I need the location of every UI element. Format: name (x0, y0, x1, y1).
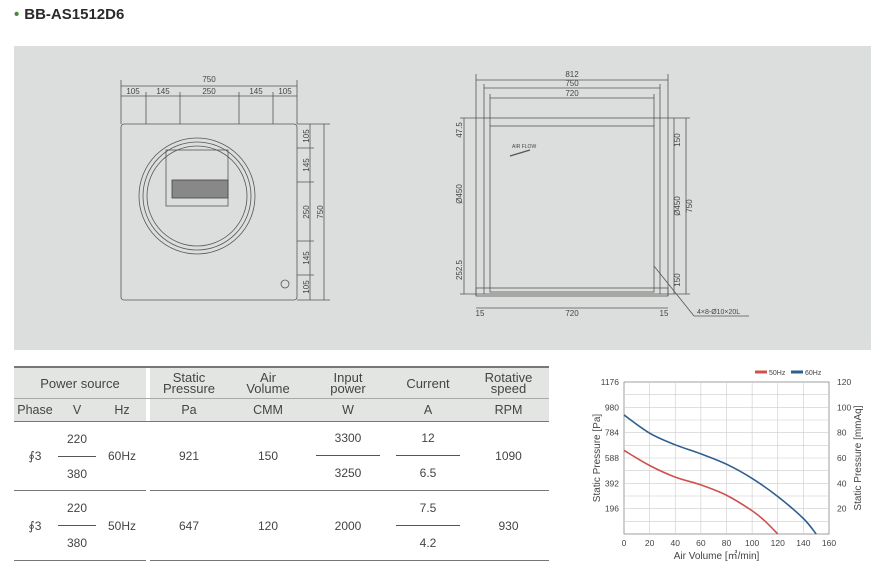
row2-hz: 50Hz (98, 490, 146, 561)
side-right-dim-4: 150 (673, 273, 682, 287)
header-power-source: Power source (14, 366, 146, 399)
row1-voltage: 220 380 (58, 432, 96, 481)
row2-cmm: 120 (228, 490, 308, 561)
front-view (120, 80, 330, 301)
x-tick-label: 0 (622, 538, 627, 548)
x-tick-label: 20 (645, 538, 655, 548)
unit-w: W (308, 398, 388, 422)
row2-voltage: 220 380 (58, 501, 96, 550)
y-tick-label: 392 (605, 478, 619, 488)
unit-pa: Pa (150, 398, 228, 422)
row2-a-top: 7.5 (396, 491, 460, 526)
y2-axis-label: Static Pressure [mmAq] (853, 405, 864, 510)
x-tick-label: 160 (822, 538, 836, 548)
hole-callout: 4×8-Ø10×20L (697, 309, 740, 316)
side-dim-overall: 812 (565, 70, 579, 79)
y-tick-label: 980 (605, 402, 619, 412)
side-view (460, 74, 749, 317)
x-tick-label: 80 (722, 538, 732, 548)
unit-v: V (56, 398, 98, 422)
front-dim-4: 145 (249, 87, 263, 96)
performance-chart-svg: 0 20 40 60 80 100 120 140 160 196 392 588 784 980 1176… (592, 370, 864, 562)
y2-tick-label: 40 (837, 478, 847, 488)
row1-rpm: 1090 (468, 421, 549, 491)
bullet-icon: • (14, 6, 20, 23)
front-side-dim-2: 145 (302, 158, 311, 172)
header-rotative-speed: Rotative speed (468, 366, 549, 399)
row1-a-top: 12 (396, 422, 460, 456)
header-static-pressure: Static Pressure (150, 366, 228, 399)
performance-chart: 0 20 40 60 80 100 120 140 160 196 392 588 784 980 1176… (580, 364, 880, 574)
row1-pa: 921 (150, 421, 228, 491)
front-side-dim-1: 105 (302, 129, 311, 143)
spec-table: Power source Static Pressure Air Volume … (14, 366, 549, 561)
x-tick-label: 40 (671, 538, 681, 548)
unit-a: A (388, 398, 468, 422)
table-row: ∮3 220 380 50Hz 647 120 2000 7.5 4.2 930 (14, 490, 549, 561)
y-tick-label: 588 (605, 453, 619, 463)
x-tick-label: 120 (771, 538, 785, 548)
front-dim-1: 105 (126, 87, 140, 96)
x-tick-label: 140 (796, 538, 810, 548)
header-input-power: Input power (308, 366, 388, 399)
y-tick-label: 1176 (601, 377, 620, 387)
unit-hz: Hz (98, 398, 146, 422)
side-right-dim-2: Ø450 (673, 196, 682, 216)
side-right-dim-1: 150 (673, 133, 682, 147)
page-title: • BB-AS1512D6 (14, 6, 125, 23)
x-tick-label: 100 (745, 538, 759, 548)
row1-a-bottom: 6.5 (419, 466, 437, 480)
side-left-dim-2: Ø450 (455, 184, 464, 204)
front-overall-height: 750 (316, 205, 325, 219)
front-overall-width: 750 (202, 75, 216, 84)
side-bottom-dim-1: 15 (476, 309, 485, 318)
legend-label-50hz: 50Hz (769, 370, 786, 377)
row1-phase: ∮3 (14, 421, 56, 491)
legend-label-60hz: 60Hz (805, 370, 822, 377)
y-axis-label: Static Pressure [Pa] (592, 414, 603, 503)
y2-tick-label: 60 (837, 453, 847, 463)
row2-a-bottom: 4.2 (419, 536, 437, 550)
row1-w-top: 3300 (316, 422, 380, 456)
y-tick-label: 196 (605, 504, 619, 514)
table-row: ∮3 220 380 60Hz 921 150 3300 3250 12 6.5 … (14, 421, 549, 491)
row2-w: 2000 (308, 490, 388, 561)
dimension-drawing: 750 105 145 250 145 105 105 145 250 145 … (120, 70, 749, 318)
side-dim-720: 720 (565, 89, 579, 98)
row2-phase: ∮3 (14, 490, 56, 561)
dimension-drawing-panel: 750 105 145 250 145 105 105 145 250 145 … (14, 46, 871, 350)
side-bottom-dim-2: 720 (565, 309, 579, 318)
y2-tick-label: 80 (837, 428, 847, 438)
header-air-volume: Air Volume (228, 366, 308, 399)
unit-cmm: CMM (228, 398, 308, 422)
front-side-dim-4: 145 (302, 251, 311, 265)
y2-tick-label: 100 (837, 402, 851, 412)
header-current: Current (388, 366, 468, 399)
unit-phase: Phase (14, 398, 56, 422)
x-axis-label: Air Volume [㎥/min] (674, 549, 760, 562)
y2-tick-label: 120 (837, 377, 851, 387)
front-dim-3: 250 (202, 87, 216, 96)
side-left-dim-1: 47.5 (455, 122, 464, 138)
front-dim-2: 145 (156, 87, 170, 96)
row1-w-bottom: 3250 (334, 466, 362, 480)
row1-hz: 60Hz (98, 421, 146, 491)
side-right-dim-3: 750 (685, 199, 694, 213)
airflow-label: AIR FLOW (512, 144, 536, 150)
row1-cmm: 150 (228, 421, 308, 491)
side-left-dim-3: 252.5 (455, 259, 464, 280)
x-tick-label: 60 (696, 538, 706, 548)
front-side-dim-3: 250 (302, 205, 311, 219)
side-bottom-dim-3: 15 (660, 309, 669, 318)
y-tick-label: 784 (605, 428, 619, 438)
row2-pa: 647 (150, 490, 228, 561)
front-dim-5: 105 (278, 87, 292, 96)
row2-rpm: 930 (468, 490, 549, 561)
side-dim-750: 750 (565, 79, 579, 88)
front-side-dim-5: 105 (302, 280, 311, 294)
unit-rpm: RPM (468, 398, 549, 422)
y2-tick-label: 20 (837, 504, 847, 514)
